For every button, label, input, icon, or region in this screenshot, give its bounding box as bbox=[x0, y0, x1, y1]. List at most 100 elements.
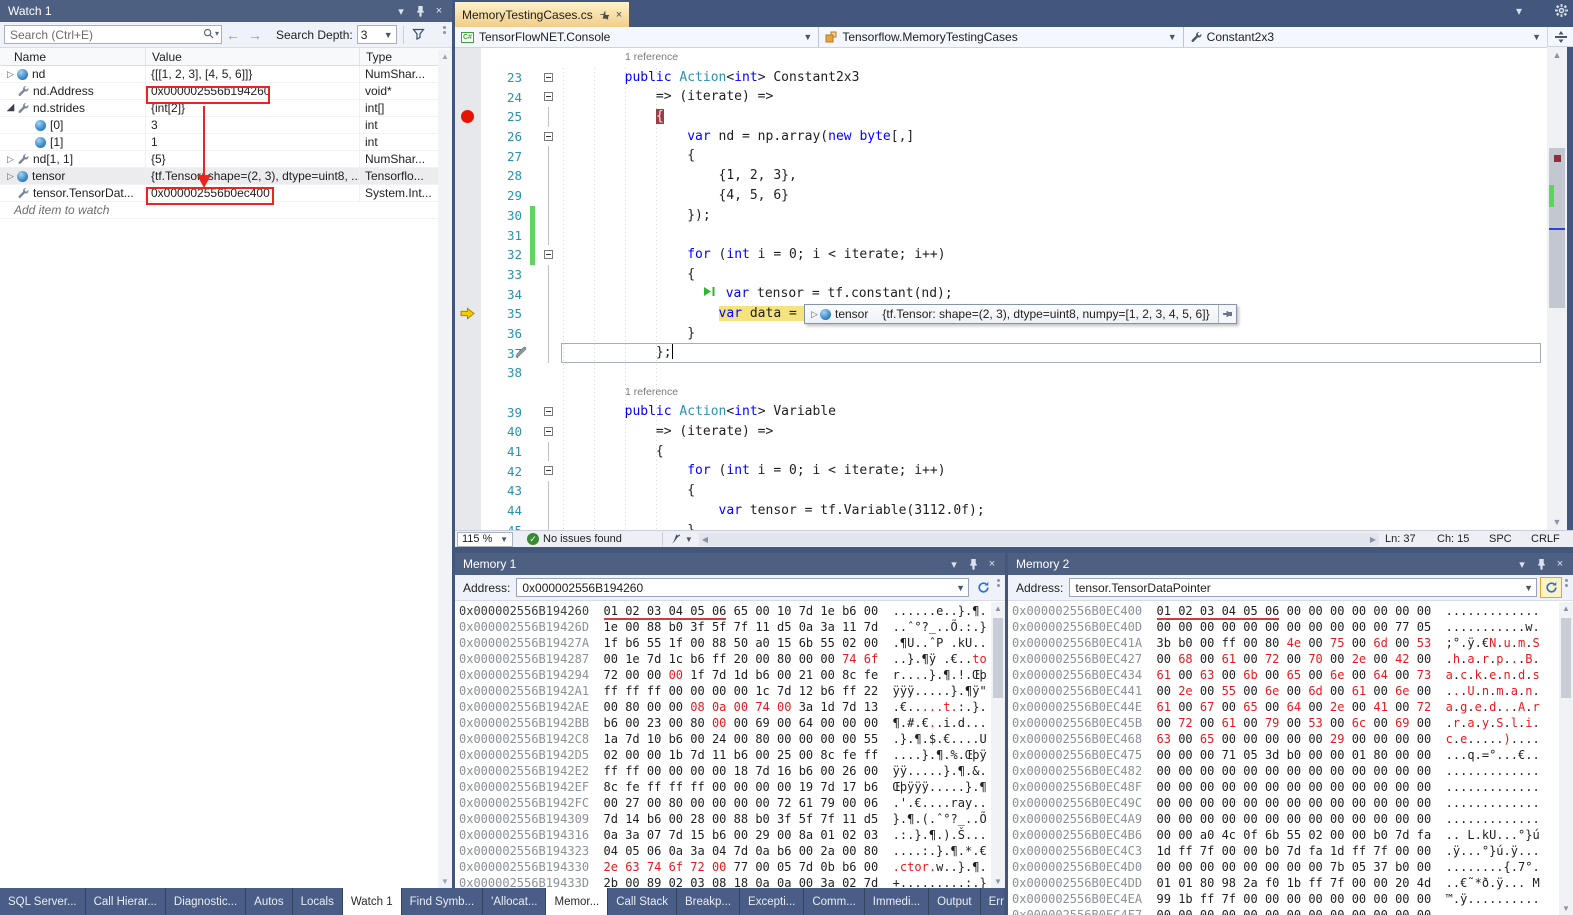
chevron-down-icon[interactable]: ▼ bbox=[956, 583, 965, 593]
watch-row[interactable]: nd.Address 0x000002556b194260 void* bbox=[0, 83, 452, 100]
memory-row[interactable]: 0x000002556B0EC482 00 00 00 00 00 00 00 … bbox=[1012, 763, 1573, 779]
scrollbar-thumb[interactable] bbox=[1561, 618, 1571, 698]
indicator-margin[interactable] bbox=[455, 68, 481, 88]
memory-row[interactable]: 0x000002556B0EC41A 3b b0 00 ff 00 80 4e … bbox=[1012, 635, 1573, 651]
watch-value[interactable]: 1 bbox=[146, 134, 360, 151]
watch-row[interactable]: ▷ tensor {tf.Tensor: shape=(2, 3), dtype… bbox=[0, 168, 452, 185]
memory-row[interactable]: 0x000002556B1942C8 1a 7d 10 b6 00 24 00 … bbox=[459, 731, 1005, 747]
outlining-margin[interactable] bbox=[537, 127, 562, 147]
scroll-up-icon[interactable]: ▲ bbox=[438, 52, 452, 61]
memory-row[interactable]: 0x000002556B194316 0a 3a 07 7d 15 b6 00 … bbox=[459, 827, 1005, 843]
memory-row[interactable]: 0x000002556B1942FC 00 27 00 80 00 00 00 … bbox=[459, 795, 1005, 811]
issues-status[interactable]: No issues found bbox=[543, 533, 622, 545]
close-icon[interactable]: × bbox=[431, 3, 447, 19]
watch-row[interactable]: tensor.TensorDat... 0x000002556b0ec400 S… bbox=[0, 185, 452, 202]
member-dropdown[interactable]: Constant2x3▼ bbox=[1184, 27, 1547, 47]
code-line[interactable]: 45 } bbox=[455, 521, 1547, 531]
memory-row[interactable]: 0x000002556B194323 04 05 06 0a 3a 04 7d … bbox=[459, 843, 1005, 859]
indicator-margin[interactable] bbox=[455, 442, 481, 462]
codelens-row[interactable]: 1 reference bbox=[455, 48, 1547, 68]
code-line[interactable]: 38 bbox=[455, 363, 1547, 383]
close-icon[interactable]: × bbox=[1552, 556, 1568, 572]
scroll-down-icon[interactable]: ▼ bbox=[1547, 517, 1567, 527]
type-dropdown[interactable]: Tensorflow.MemoryTestingCases▼ bbox=[819, 27, 1183, 47]
expander-icon[interactable]: ▷ bbox=[4, 66, 17, 82]
tool-window-tab[interactable]: Autos bbox=[246, 888, 292, 915]
tool-window-tab[interactable]: Immedi... bbox=[865, 888, 929, 915]
watch-row[interactable]: ▷ nd[1, 1] {5} NumShar... bbox=[0, 151, 452, 168]
code-line[interactable]: 40 => (iterate) => bbox=[455, 422, 1547, 442]
pin-icon[interactable] bbox=[965, 556, 981, 572]
gear-icon[interactable] bbox=[1555, 4, 1568, 20]
collapse-icon[interactable] bbox=[544, 427, 553, 436]
watch-value[interactable]: {5} bbox=[146, 151, 360, 168]
code-line[interactable]: 33 { bbox=[455, 265, 1547, 285]
tool-window-tab[interactable]: Call Hierar... bbox=[86, 888, 166, 915]
outlining-margin[interactable] bbox=[537, 245, 562, 265]
outlining-margin[interactable] bbox=[537, 87, 562, 107]
memory-row[interactable]: 0x000002556B1942D5 02 00 00 1b 7d 11 b6 … bbox=[459, 747, 1005, 763]
search-back-icon[interactable]: ← bbox=[226, 27, 240, 43]
indicator-margin[interactable] bbox=[455, 107, 481, 127]
outlining-margin[interactable] bbox=[537, 461, 562, 481]
indicator-margin[interactable] bbox=[455, 284, 481, 304]
toolbar-overflow-grip[interactable] bbox=[994, 575, 1002, 600]
code-line[interactable]: 25 { bbox=[455, 107, 1547, 127]
address-input[interactable] bbox=[516, 578, 969, 597]
code-line[interactable]: 24 => (iterate) => bbox=[455, 87, 1547, 107]
memory-row[interactable]: 0x000002556B0EC468 63 00 65 00 00 00 00 … bbox=[1012, 731, 1573, 747]
code-line[interactable]: 43 { bbox=[455, 481, 1547, 501]
memory-row[interactable]: 0x000002556B0EC427 00 68 00 61 00 72 00 … bbox=[1012, 651, 1573, 667]
watch-value[interactable]: {[[1, 2, 3], [4, 5, 6]]} bbox=[146, 66, 360, 83]
indicator-margin[interactable] bbox=[455, 225, 481, 245]
code-line[interactable]: 26 var nd = np.array(new byte[,] bbox=[455, 127, 1547, 147]
tool-window-tab[interactable]: 'Allocat... bbox=[483, 888, 546, 915]
expander-icon[interactable]: ▷ bbox=[809, 309, 820, 320]
memory-row[interactable]: 0x000002556B194309 7d 14 b6 00 28 00 88 … bbox=[459, 811, 1005, 827]
zoom-level-select[interactable]: 115 %▼ bbox=[457, 532, 513, 547]
indicator-margin[interactable] bbox=[455, 422, 481, 442]
outlining-margin[interactable] bbox=[537, 402, 562, 422]
memory-row[interactable]: 0x000002556B0EC475 00 00 00 71 05 3d b0 … bbox=[1012, 747, 1573, 763]
tool-window-tab[interactable]: Output bbox=[929, 888, 981, 915]
expander-icon[interactable]: ▷ bbox=[4, 168, 17, 184]
address-input[interactable] bbox=[1069, 578, 1537, 597]
tool-window-tab[interactable]: Watch 1 bbox=[343, 888, 402, 915]
watch-scrollbar[interactable]: ▲ ▼ bbox=[438, 50, 452, 888]
codelens-row[interactable]: 1 reference bbox=[455, 383, 1547, 403]
indicator-margin[interactable] bbox=[455, 87, 481, 107]
indicator-margin[interactable] bbox=[455, 501, 481, 521]
indicator-margin[interactable] bbox=[455, 166, 481, 186]
code-line[interactable]: 37 }; bbox=[455, 343, 1547, 363]
indicator-margin[interactable] bbox=[455, 324, 481, 344]
collapse-icon[interactable] bbox=[544, 132, 553, 141]
memory-row[interactable]: 0x000002556B0EC48F 00 00 00 00 00 00 00 … bbox=[1012, 779, 1573, 795]
horizontal-scrollbar[interactable]: ◀ ▶ bbox=[699, 533, 1379, 546]
project-dropdown[interactable]: C# TensorFlowNET.Console▼ bbox=[455, 27, 819, 47]
code-line[interactable]: 32 for (int i = 0; i < iterate; i++) bbox=[455, 245, 1547, 265]
tool-window-tab[interactable]: Locals bbox=[293, 888, 343, 915]
split-editor-button[interactable] bbox=[1547, 27, 1573, 47]
memory-row[interactable]: 0x000002556B19433D 2b 00 89 02 03 08 18 … bbox=[459, 875, 1005, 888]
scroll-up-icon[interactable]: ▲ bbox=[1559, 604, 1573, 613]
memory-row[interactable]: 0x000002556B0EC4A9 00 00 00 00 00 00 00 … bbox=[1012, 811, 1573, 827]
scroll-right-icon[interactable]: ▶ bbox=[1367, 535, 1379, 544]
memory-row[interactable]: 0x000002556B194260 01 02 03 04 05 06 65 … bbox=[459, 603, 1005, 619]
refresh-button[interactable] bbox=[972, 577, 994, 598]
watch-value[interactable]: 0x000002556b194260 bbox=[146, 83, 360, 100]
indicator-margin[interactable] bbox=[455, 363, 481, 383]
collapse-icon[interactable] bbox=[544, 250, 553, 259]
memory-row[interactable]: 0x000002556B0EC4B6 00 00 a0 4c 0f 6b 55 … bbox=[1012, 827, 1573, 843]
chevron-down-icon[interactable]: ▾ bbox=[1516, 4, 1522, 20]
datatip-pin-button[interactable] bbox=[1218, 305, 1236, 323]
memory-row[interactable]: 0x000002556B19426D 1e 00 88 b0 3f 5f 7f … bbox=[459, 619, 1005, 635]
pin-icon[interactable] bbox=[1533, 556, 1549, 572]
code-line[interactable]: 39 public Action<int> Variable bbox=[455, 402, 1547, 422]
memory1-scrollbar[interactable]: ▲ ▼ bbox=[991, 602, 1005, 888]
memory-row[interactable]: 0x000002556B1942BB b6 00 23 00 80 00 00 … bbox=[459, 715, 1005, 731]
tool-window-tab[interactable]: Call Stack bbox=[608, 888, 677, 915]
memory-row[interactable]: 0x000002556B0EC40D 00 00 00 00 00 00 00 … bbox=[1012, 619, 1573, 635]
indicator-margin[interactable] bbox=[455, 206, 481, 226]
window-menu-icon[interactable]: ▾ bbox=[946, 556, 962, 572]
indicator-margin[interactable] bbox=[455, 146, 481, 166]
